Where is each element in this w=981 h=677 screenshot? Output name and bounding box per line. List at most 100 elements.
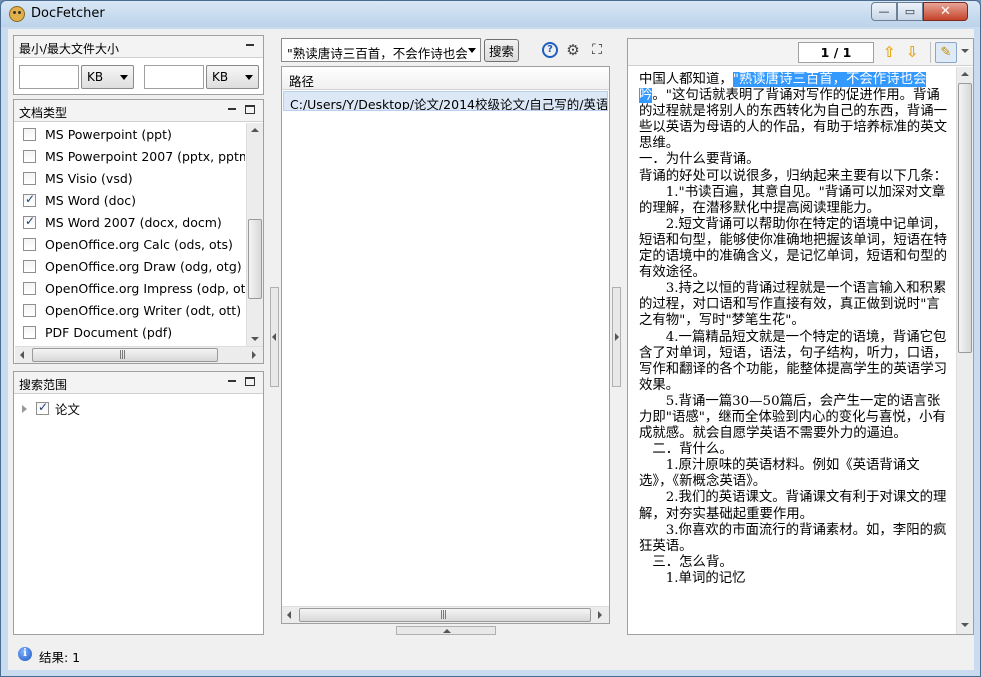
- page-indicator: 1 / 1: [798, 42, 874, 63]
- checkbox[interactable]: [23, 149, 36, 163]
- preview-paragraph: 5.背诵一篇30—50篇后，会产生一定的语言张力即"语感"，继而全体验到内心的变…: [639, 393, 946, 442]
- min-size-input[interactable]: [19, 65, 79, 89]
- results-table: 路径 C:/Users/Y/Desktop/论文/2014校级论文/自己写的/英…: [281, 66, 610, 624]
- max-size-input[interactable]: [144, 65, 204, 89]
- close-icon: ✕: [940, 4, 951, 19]
- grip-icon: |||: [440, 610, 447, 620]
- checkbox[interactable]: [36, 400, 49, 415]
- maximize-panel-icon[interactable]: [245, 377, 255, 386]
- list-item[interactable]: MS Word 2007 (docx, docm): [23, 212, 222, 232]
- preview-paragraph: 二．背什么。: [639, 442, 733, 458]
- scroll-down-icon[interactable]: [961, 623, 969, 627]
- list-item[interactable]: MS Visio (vsd): [23, 168, 133, 188]
- chevron-down-icon: [245, 75, 253, 80]
- help-icon[interactable]: ?: [542, 42, 558, 58]
- checkbox[interactable]: [23, 192, 36, 207]
- vertical-scrollbar[interactable]: [246, 123, 263, 347]
- search-button[interactable]: 搜索: [484, 39, 519, 62]
- preview-paragraph: 背诵的好处可以说很多，归纳起来主要有以下几条：: [639, 168, 947, 184]
- scroll-thumb[interactable]: [248, 219, 262, 299]
- minimize-button[interactable]: —: [871, 2, 897, 21]
- preview-paragraph: 3.持之以恒的背诵过程就是一个语言输入和积累的过程，对口语和写作直接有效，真正做…: [639, 281, 947, 329]
- settings-icon[interactable]: ⚙: [565, 42, 581, 58]
- checkbox[interactable]: [23, 259, 36, 273]
- checkbox[interactable]: [23, 127, 36, 141]
- scroll-down-icon[interactable]: [251, 337, 259, 341]
- toolbar-divider: [930, 42, 931, 63]
- file-size-panel-header: 最小/最大文件大小: [14, 36, 263, 58]
- preview-paragraph: 1.原汁原味的英语材料。例如《英语背诵文选》，《新概念英语》。: [639, 458, 920, 490]
- search-scope-panel-title: 搜索范围: [19, 378, 68, 392]
- close-button[interactable]: ✕: [923, 2, 968, 21]
- checkbox[interactable]: [23, 281, 36, 295]
- scroll-left-icon[interactable]: [287, 611, 291, 619]
- preview-paragraph: 4.一篇精品短文就是一个特定的语境，背诵它包含了对单词，短语，语法，句子结构，听…: [639, 329, 947, 393]
- collapse-left-panel-button[interactable]: [270, 287, 279, 387]
- list-item[interactable]: PDF Document (pdf): [23, 322, 172, 342]
- scroll-thumb[interactable]: [958, 83, 972, 353]
- document-type-panel-title: 文档类型: [19, 106, 68, 120]
- arrow-down-icon[interactable]: ⇩: [906, 43, 919, 61]
- chevron-left-icon: [272, 333, 276, 341]
- fullscreen-icon[interactable]: ⛶: [589, 42, 605, 58]
- info-icon: i: [18, 647, 32, 661]
- status-bar: i 结果: 1: [8, 642, 974, 669]
- document-type-list: MS Powerpoint (ppt) MS Powerpoint 2007 (…: [15, 123, 245, 345]
- horizontal-scrollbar[interactable]: |||: [282, 606, 609, 623]
- arrow-up-icon[interactable]: ⇧: [883, 43, 896, 61]
- list-item[interactable]: OpenOffice.org Draw (odg, otg): [23, 256, 242, 276]
- column-header-path[interactable]: 路径: [282, 67, 609, 90]
- docfetcher-logo-icon: [9, 6, 25, 22]
- search-input[interactable]: "熟读唐诗三百首，不会作诗也会: [281, 38, 481, 62]
- table-row[interactable]: C:/Users/Y/Desktop/论文/2014校级论文/自己写的/英语背: [283, 91, 608, 111]
- expand-bottom-panel-button[interactable]: [396, 626, 496, 635]
- highlight-toggle-icon[interactable]: ✎: [935, 42, 957, 63]
- grip-icon: |||: [119, 350, 126, 360]
- min-size-unit-select[interactable]: KB: [81, 65, 134, 89]
- scroll-up-icon[interactable]: [251, 128, 259, 132]
- list-item[interactable]: OpenOffice.org Impress (odp, otp): [23, 278, 245, 298]
- preview-paragraph: 中国人都知道，"熟读唐诗三百首，不会作诗也会吟。"这句话就表明了背诵对写作的促进…: [639, 72, 947, 152]
- window-title: DocFetcher: [31, 6, 105, 21]
- scroll-thumb[interactable]: |||: [32, 348, 218, 362]
- chevron-down-icon: [468, 48, 476, 53]
- scroll-thumb[interactable]: |||: [299, 608, 591, 622]
- tree-item[interactable]: 论文: [22, 399, 80, 418]
- search-scope-panel-header: 搜索范围: [14, 372, 263, 394]
- vertical-scrollbar[interactable]: [956, 67, 973, 634]
- maximize-button[interactable]: ▭: [897, 2, 923, 21]
- max-size-unit-select[interactable]: KB: [206, 65, 259, 89]
- minimize-panel-icon[interactable]: [245, 41, 255, 50]
- document-type-panel-header: 文档类型: [14, 100, 263, 122]
- collapse-preview-button[interactable]: [612, 287, 621, 387]
- checkbox[interactable]: [23, 214, 36, 229]
- list-item[interactable]: MS Word (doc): [23, 190, 136, 210]
- chevron-down-icon[interactable]: [961, 49, 969, 53]
- scroll-right-icon[interactable]: [598, 611, 602, 619]
- scroll-right-icon[interactable]: [252, 351, 256, 359]
- file-size-panel-title: 最小/最大文件大小: [19, 42, 120, 56]
- list-item[interactable]: OpenOffice.org Calc (ods, ots): [23, 234, 233, 254]
- minimize-panel-icon[interactable]: [227, 105, 237, 114]
- checkbox[interactable]: [23, 171, 36, 185]
- chevron-up-icon: [443, 629, 451, 633]
- maximize-panel-icon[interactable]: [245, 105, 255, 114]
- title-bar[interactable]: DocFetcher — ▭ ✕: [1, 1, 980, 27]
- list-item[interactable]: MS Powerpoint 2007 (pptx, pptm): [23, 146, 245, 166]
- tree-expand-icon[interactable]: [22, 404, 27, 413]
- list-item[interactable]: OpenOffice.org Writer (odt, ott): [23, 300, 241, 320]
- checkbox[interactable]: [23, 325, 36, 339]
- scroll-left-icon[interactable]: [20, 351, 24, 359]
- checkbox[interactable]: [23, 303, 36, 317]
- preview-paragraph: 1.单词的记忆: [639, 570, 746, 586]
- horizontal-scrollbar[interactable]: |||: [15, 346, 263, 363]
- preview-text: 中国人都知道，"熟读唐诗三百首，不会作诗也会吟。"这句话就表明了背诵对写作的促进…: [639, 72, 952, 628]
- minimize-icon: —: [878, 5, 890, 18]
- minimize-panel-icon[interactable]: [227, 377, 237, 386]
- chevron-down-icon: [120, 75, 128, 80]
- app-window: DocFetcher — ▭ ✕ 最小/最大文件大小 KB KB 文档类型 MS…: [0, 0, 981, 677]
- checkbox[interactable]: [23, 237, 36, 251]
- chevron-right-icon: [615, 333, 619, 341]
- scroll-up-icon[interactable]: [961, 72, 969, 76]
- list-item[interactable]: MS Powerpoint (ppt): [23, 124, 172, 144]
